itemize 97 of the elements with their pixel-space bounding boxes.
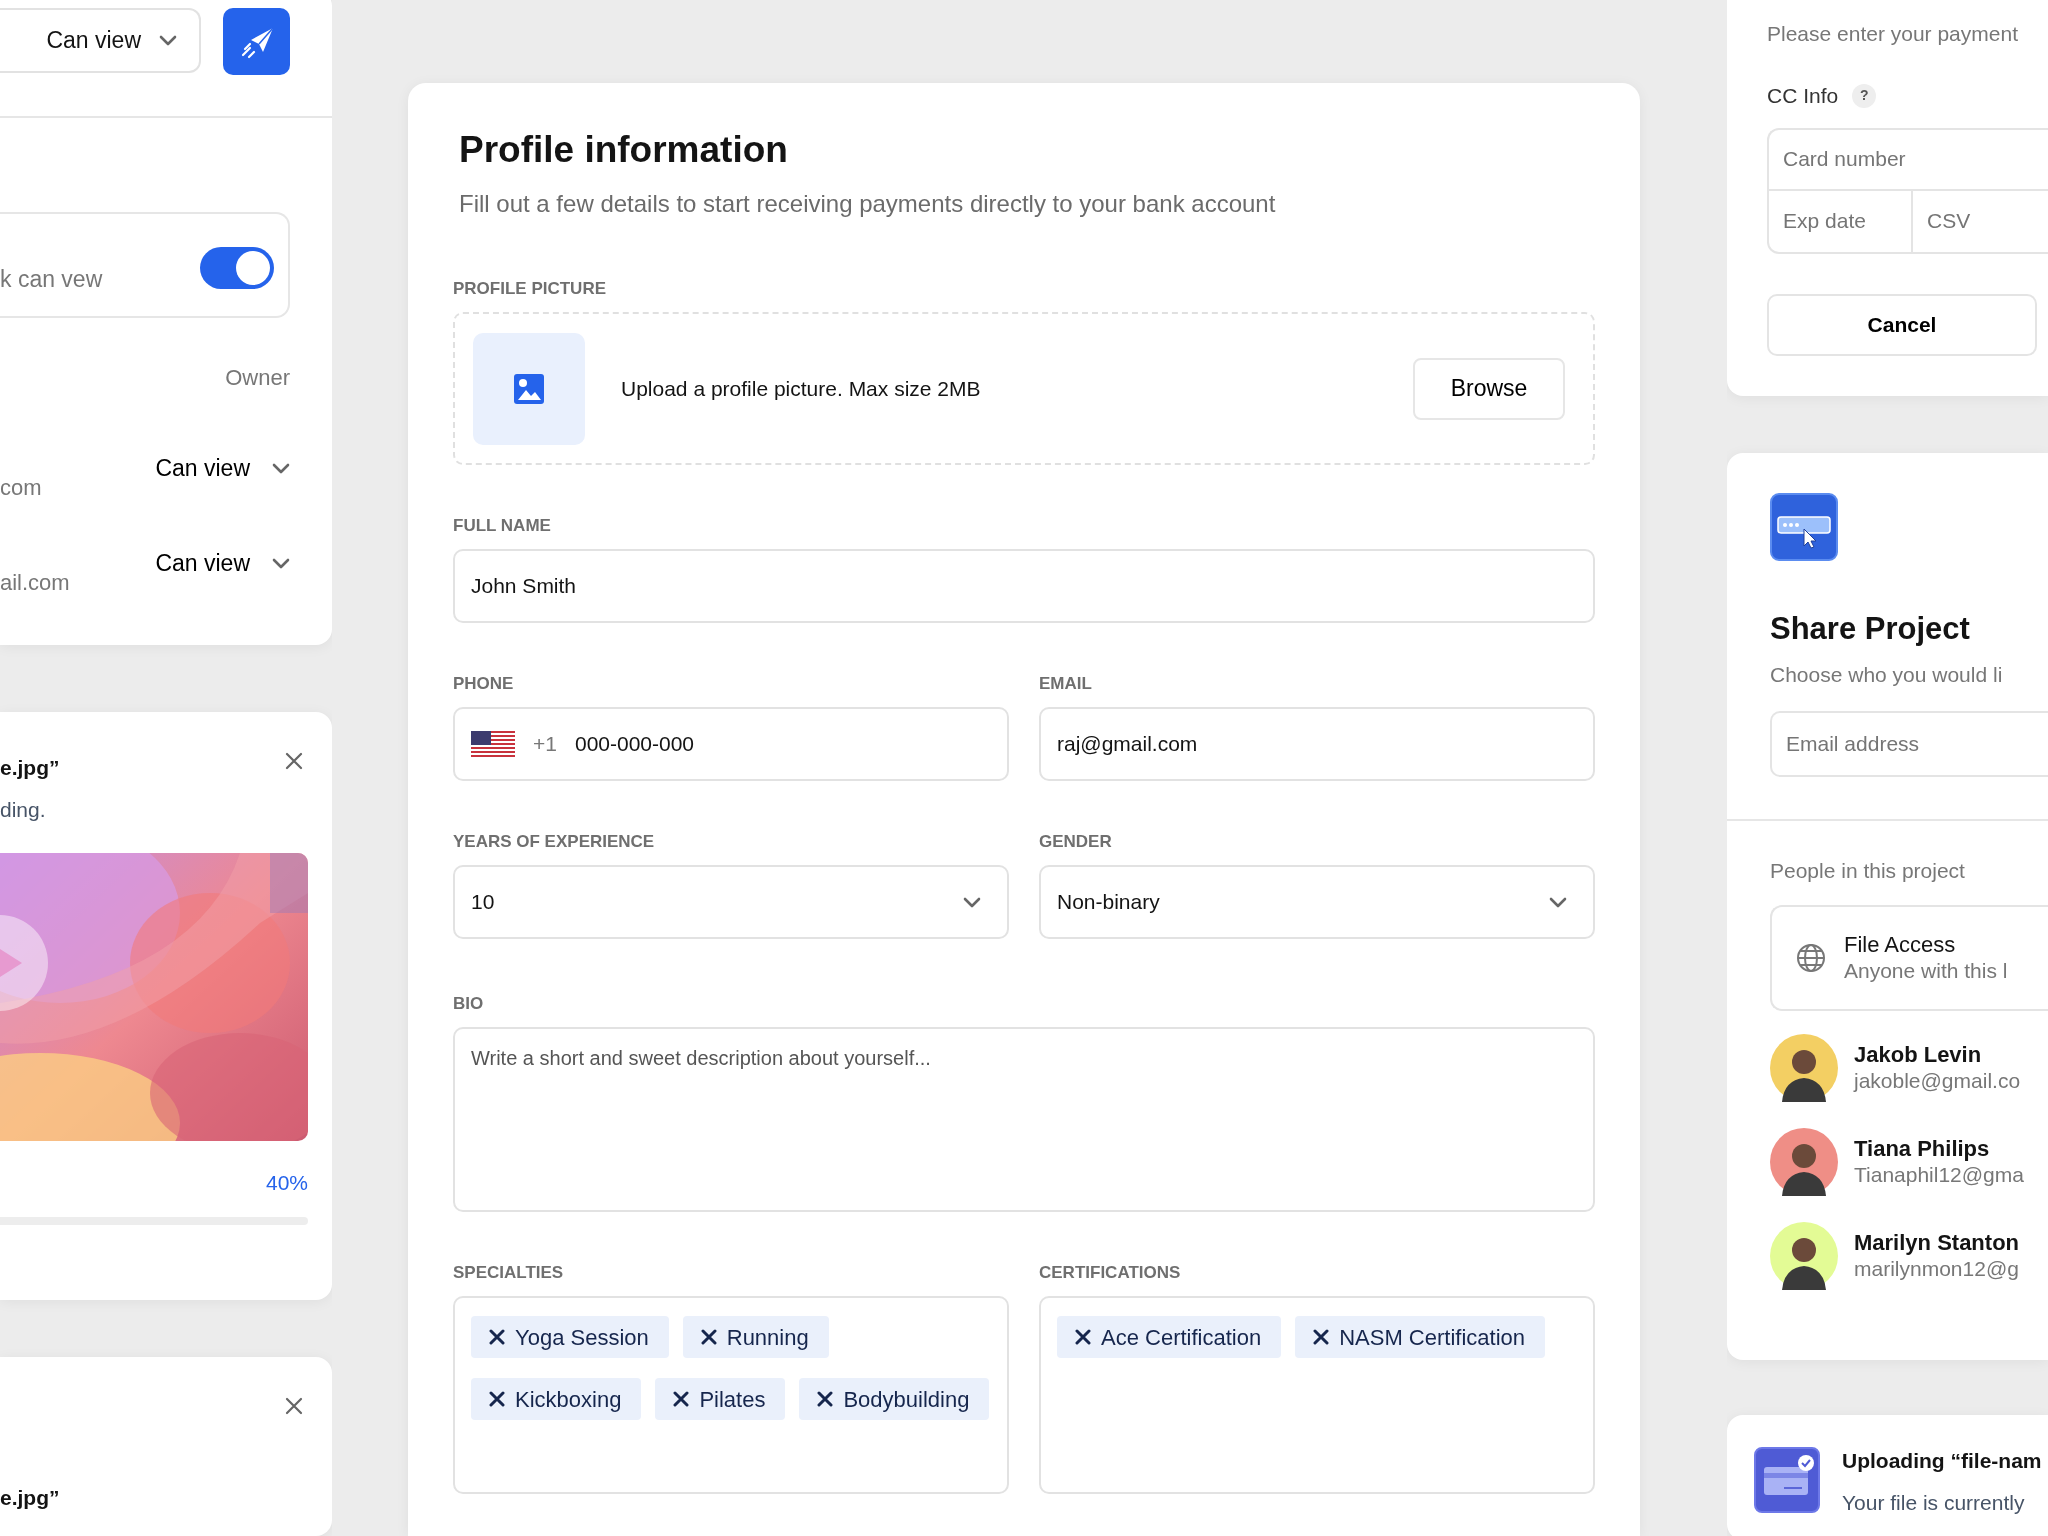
send-button[interactable] <box>223 8 290 75</box>
payment-subtitle: Please enter your payment <box>1767 21 2019 47</box>
upload-hint: Upload a profile picture. Max size 2MB <box>621 375 981 402</box>
file-name: e.jpg” <box>0 1485 61 1511</box>
tag-label: Pilates <box>699 1385 766 1414</box>
permission-select[interactable]: Can view <box>0 8 201 73</box>
field-label: GENDER <box>1039 831 1113 853</box>
tag-label: Ace Certification <box>1101 1323 1262 1352</box>
person-email: marilynmon12@g <box>1854 1255 2019 1282</box>
name-field[interactable]: John Smith <box>453 549 1595 623</box>
remove-icon <box>1313 1329 1330 1345</box>
tag-field[interactable]: Ace Certification NASM Certification <box>1039 1296 1595 1494</box>
card-check-icon <box>1754 1446 1820 1513</box>
remove-icon <box>489 1391 505 1407</box>
exp-date-field[interactable]: Exp date <box>1767 190 1913 254</box>
tag-label: NASM Certification <box>1339 1323 1526 1352</box>
field-label: FULL NAME <box>453 515 552 537</box>
progress-percent: 40% <box>265 1171 308 1194</box>
avatar <box>1770 1221 1838 1290</box>
tag-label: Running <box>726 1323 809 1352</box>
field-label: BIO <box>453 993 485 1015</box>
chevron-down-icon <box>272 462 290 474</box>
file-name: e.jpg” <box>0 755 61 781</box>
image-icon <box>514 373 544 404</box>
remove-icon <box>1075 1329 1091 1345</box>
share-subtitle: Choose who you would li <box>1770 661 2004 688</box>
toast-text: Your file is currently <box>1842 1489 2026 1516</box>
upload-status: ding. <box>0 797 47 823</box>
share-title: Share Project <box>1770 609 1971 648</box>
bio-field[interactable]: Write a short and sweet description about yourself... <box>453 1027 1595 1212</box>
remove-tag-button[interactable] <box>700 1329 717 1345</box>
tag-label: Yoga Session <box>515 1323 649 1352</box>
field-label: PROFILE PICTURE <box>453 278 607 300</box>
remove-tag-button[interactable] <box>489 1329 505 1345</box>
remove-icon <box>489 1329 505 1345</box>
phone-number: 000-000-000 <box>574 731 695 758</box>
flag-icon <box>471 731 515 757</box>
person-name: Tiana Philips <box>1854 1135 1991 1162</box>
toggle-switch[interactable] <box>200 247 274 289</box>
chevron-down-icon <box>963 896 981 908</box>
email-field[interactable]: raj@gmail.com <box>1039 707 1595 781</box>
role-label: Owner <box>225 365 290 390</box>
chevron-down-icon <box>1549 896 1567 908</box>
remove-icon <box>673 1391 690 1407</box>
close-button[interactable] <box>285 1397 303 1415</box>
permission-select[interactable]: Can view <box>155 450 290 486</box>
close-icon <box>285 1397 303 1415</box>
help-icon[interactable]: ? <box>1852 83 1877 108</box>
field-label: CERTIFICATIONS <box>1039 1262 1182 1284</box>
tag-field[interactable]: Yoga Session Running Kickboxing Pilates Bodybuilding <box>453 1296 1009 1494</box>
toast-title: Uploading “file-nam <box>1842 1447 2042 1474</box>
person-email: jakoble@gmail.co <box>1854 1067 2021 1094</box>
chevron-down-icon <box>272 557 290 569</box>
years-select[interactable]: 10 <box>453 865 1009 939</box>
field-label: YEARS OF EXPERIENCE <box>453 831 656 853</box>
window-cursor-icon <box>1770 492 1838 561</box>
field-label: SPECIALTIES <box>453 1262 565 1284</box>
remove-tag-button[interactable] <box>673 1391 690 1407</box>
avatar <box>1770 1033 1838 1102</box>
field-label: EMAIL <box>1039 673 1093 695</box>
phone-field[interactable]: +1 000-000-000 <box>453 707 1009 781</box>
form-subtitle: Fill out a few details to start receiving payments directly to your bank account <box>459 189 1277 219</box>
remove-icon <box>817 1391 834 1407</box>
csv-field[interactable]: CSV <box>1913 190 2048 254</box>
country-code: +1 <box>533 731 557 758</box>
close-button[interactable] <box>285 752 303 770</box>
person-name: Jakob Levin <box>1854 1041 1983 1068</box>
cc-label: CC Info <box>1767 83 1839 109</box>
member-email: ail.com <box>0 569 70 597</box>
access-label: k can vew <box>0 264 103 294</box>
gender-select[interactable]: Non-binary <box>1039 865 1595 939</box>
cancel-button[interactable]: Cancel <box>1767 293 2037 356</box>
tag-label: Kickboxing <box>515 1385 622 1414</box>
member-email: com <box>0 474 42 502</box>
remove-tag-button[interactable] <box>1075 1329 1091 1345</box>
card-number-field[interactable]: Card number <box>1767 127 2048 191</box>
remove-icon <box>700 1329 717 1345</box>
chevron-down-icon <box>159 35 177 46</box>
tag-label: Bodybuilding <box>843 1385 970 1414</box>
access-card[interactable]: File Access Anyone with this l <box>1770 904 2048 1011</box>
section-heading: People in this project <box>1770 857 1966 884</box>
remove-tag-button[interactable] <box>1313 1329 1330 1345</box>
globe-icon <box>1796 942 1826 973</box>
close-icon <box>285 752 303 770</box>
browse-button[interactable]: Browse <box>1413 357 1565 420</box>
upload-dropzone[interactable]: Upload a profile picture. Max size 2MB Browse <box>453 312 1595 465</box>
remove-tag-button[interactable] <box>489 1391 505 1407</box>
field-label: PHONE <box>453 673 515 695</box>
access-title: File Access <box>1844 931 1957 958</box>
avatar <box>1770 1127 1838 1196</box>
person-name: Marilyn Stanton <box>1854 1229 2019 1256</box>
permission-select[interactable]: Can view <box>155 545 290 581</box>
access-subtitle: Anyone with this l <box>1844 957 2008 984</box>
email-field[interactable]: Email address <box>1770 710 2048 777</box>
form-title: Profile information <box>459 128 789 172</box>
person-email: Tianaphil12@gma <box>1854 1161 2024 1188</box>
remove-tag-button[interactable] <box>817 1391 834 1407</box>
